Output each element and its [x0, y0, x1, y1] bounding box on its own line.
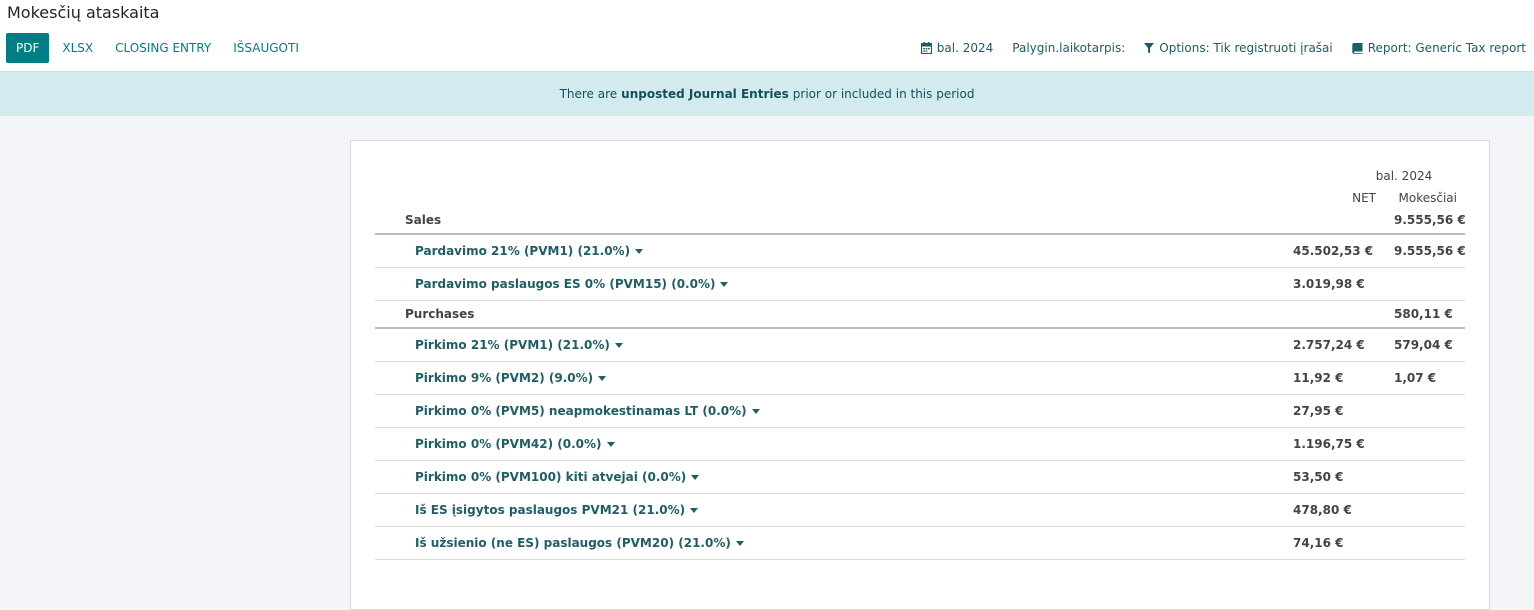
tax-line-label: Pirkimo 21% (PVM1) (21.0%)	[415, 338, 610, 352]
tax-line-link[interactable]: Pirkimo 21% (PVM1) (21.0%)	[415, 338, 623, 352]
net-value: 27,95 €	[1293, 404, 1344, 418]
table-row: Pardavimo paslaugos ES 0% (PVM15) (0.0%)…	[375, 268, 1465, 301]
purchases-section-row: Purchases 580,11 €	[375, 301, 1465, 329]
pdf-button[interactable]: PDF	[6, 33, 50, 63]
table-row: Pirkimo 0% (PVM5) neapmokestinamas LT (0…	[375, 395, 1465, 428]
caret-down-icon	[691, 474, 700, 480]
net-value: 2.757,24 €	[1293, 338, 1365, 352]
tax-line-link[interactable]: Iš ES įsigytos paslaugos PVM21 (21.0%)	[415, 503, 699, 517]
tax-value: 1,07 €	[1394, 371, 1437, 385]
tax-line-label: Pirkimo 0% (PVM42) (0.0%)	[415, 437, 602, 451]
xlsx-button[interactable]: XLSX	[51, 33, 104, 63]
options-filter-label: Options: Tik registruoti įrašai	[1159, 41, 1333, 55]
caret-down-icon	[635, 248, 644, 254]
tax-line-link[interactable]: Pardavimo paslaugos ES 0% (PVM15) (0.0%)	[415, 277, 729, 291]
table-row: Pirkimo 21% (PVM1) (21.0%) 2.757,24 € 57…	[375, 329, 1465, 362]
tax-line-label: Pirkimo 0% (PVM100) kiti atvejai (0.0%)	[415, 470, 687, 484]
tax-report-sheet: bal. 2024 NET Mokesčiai Sales 9.555,56 €…	[350, 140, 1490, 610]
options-filter[interactable]: Options: Tik registruoti įrašai	[1144, 41, 1333, 55]
section-label: Sales	[405, 213, 442, 227]
tax-line-label: Pirkimo 0% (PVM5) neapmokestinamas LT (0…	[415, 404, 747, 418]
table-row: Pirkimo 9% (PVM2) (9.0%) 11,92 € 1,07 €	[375, 362, 1465, 395]
report-filter-label: Report: Generic Tax report	[1367, 41, 1526, 55]
comparison-filter[interactable]: Palygin.laikotarpis:	[1012, 41, 1125, 55]
page-title: Mokesčių ataskaita	[7, 3, 160, 22]
tax-value: 9.555,56 €	[1394, 244, 1466, 258]
report-table: Sales 9.555,56 € Pardavimo 21% (PVM1) (2…	[375, 207, 1466, 560]
net-column-header: NET	[1352, 191, 1376, 205]
tax-line-link[interactable]: Pirkimo 9% (PVM2) (9.0%)	[415, 371, 607, 385]
caret-down-icon	[720, 281, 729, 287]
net-value: 53,50 €	[1293, 470, 1344, 484]
table-row: Pirkimo 0% (PVM42) (0.0%) 1.196,75 €	[375, 428, 1465, 461]
caret-down-icon	[735, 540, 744, 546]
unposted-entries-alert: There are unposted Journal Entries prior…	[0, 72, 1534, 116]
tax-line-label: Iš ES įsigytos paslaugos PVM21 (21.0%)	[415, 503, 686, 517]
caret-down-icon	[690, 507, 699, 513]
calendar-icon	[920, 42, 932, 54]
control-panel: Mokesčių ataskaita PDF XLSX CLOSING ENTR…	[0, 0, 1534, 72]
tax-value: 579,04 €	[1394, 338, 1453, 352]
date-filter-label: bal. 2024	[936, 41, 994, 55]
unposted-entries-link[interactable]: unposted Journal Entries	[621, 87, 789, 101]
alert-prefix: There are	[559, 87, 618, 101]
caret-down-icon	[614, 342, 623, 348]
toolbar-filters: bal. 2024 Palygin.laikotarpis: Options: …	[902, 33, 1526, 63]
tax-line-link[interactable]: Pirkimo 0% (PVM5) neapmokestinamas LT (0…	[415, 404, 760, 418]
tax-line-link[interactable]: Iš užsienio (ne ES) paslaugos (PVM20) (2…	[415, 536, 744, 550]
net-value: 11,92 €	[1293, 371, 1344, 385]
net-value: 478,80 €	[1293, 503, 1352, 517]
sales-section-row: Sales 9.555,56 €	[375, 207, 1466, 235]
table-row: Pardavimo 21% (PVM1) (21.0%) 45.502,53 €…	[375, 235, 1466, 268]
tax-column-header: Mokesčiai	[1398, 191, 1457, 205]
table-row: Pirkimo 0% (PVM100) kiti atvejai (0.0%) …	[375, 461, 1465, 494]
table-row: Iš užsienio (ne ES) paslaugos (PVM20) (2…	[375, 527, 1465, 560]
tax-line-label: Pardavimo 21% (PVM1) (21.0%)	[415, 244, 631, 258]
net-value: 74,16 €	[1293, 536, 1344, 550]
tax-line-link[interactable]: Pirkimo 0% (PVM42) (0.0%)	[415, 437, 615, 451]
alert-suffix: prior or included in this period	[792, 87, 975, 101]
section-label: Purchases	[405, 307, 475, 321]
comparison-filter-label: Palygin.laikotarpis:	[1012, 41, 1126, 55]
caret-down-icon	[606, 441, 615, 447]
caret-down-icon	[598, 375, 607, 381]
report-filter[interactable]: Report: Generic Tax report	[1352, 41, 1526, 55]
period-header: bal. 2024	[1375, 169, 1433, 183]
tax-line-label: Pardavimo paslaugos ES 0% (PVM15) (0.0%)	[415, 277, 716, 291]
closing-entry-button[interactable]: CLOSING ENTRY	[104, 33, 222, 63]
tax-line-label: Iš užsienio (ne ES) paslaugos (PVM20) (2…	[415, 536, 731, 550]
tax-line-link[interactable]: Pardavimo 21% (PVM1) (21.0%)	[415, 244, 644, 258]
filter-icon	[1144, 42, 1155, 53]
table-row: Iš ES įsigytos paslaugos PVM21 (21.0%) 4…	[375, 494, 1465, 527]
tax-line-label: Pirkimo 9% (PVM2) (9.0%)	[415, 371, 594, 385]
section-tax: 9.555,56 €	[1394, 213, 1466, 227]
toolbar-buttons: PDF XLSX CLOSING ENTRY IŠSAUGOTI	[6, 33, 310, 63]
net-value: 45.502,53 €	[1293, 244, 1374, 258]
save-button[interactable]: IŠSAUGOTI	[222, 33, 310, 63]
tax-line-link[interactable]: Pirkimo 0% (PVM100) kiti atvejai (0.0%)	[415, 470, 700, 484]
book-icon	[1352, 42, 1363, 54]
section-tax: 580,11 €	[1394, 307, 1453, 321]
caret-down-icon	[751, 408, 760, 414]
net-value: 1.196,75 €	[1293, 437, 1365, 451]
net-value: 3.019,98 €	[1293, 277, 1365, 291]
date-filter[interactable]: bal. 2024	[920, 41, 994, 55]
